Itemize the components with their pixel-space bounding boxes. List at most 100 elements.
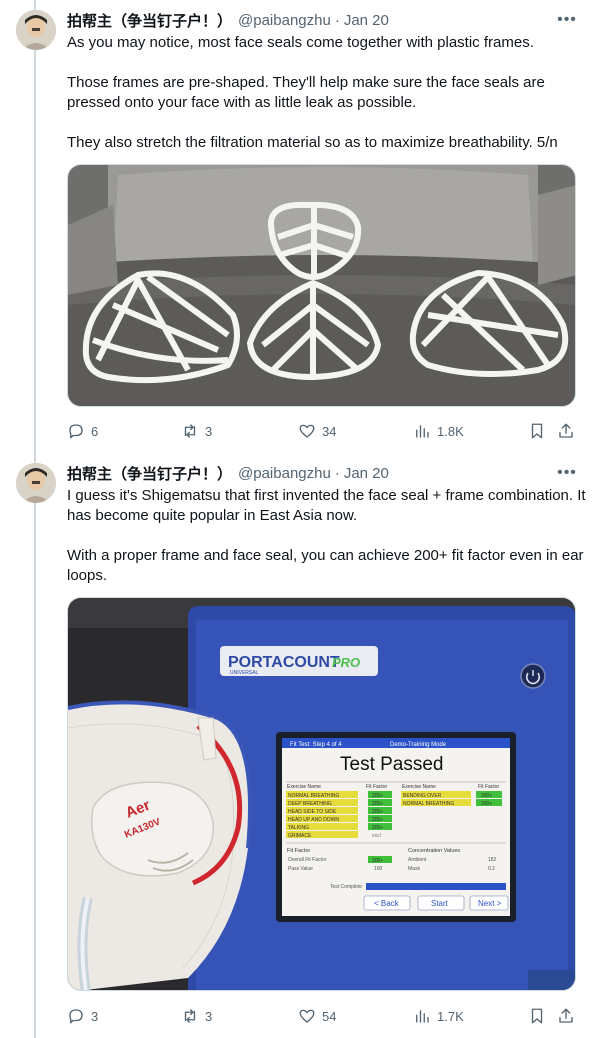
test-progress-bar: [366, 883, 506, 890]
device-brand-suffix: PRO: [332, 655, 360, 670]
author-name[interactable]: 拍帮主（争当钉子户！）: [67, 463, 232, 484]
left-col-exercise: Exercise Name: [287, 784, 321, 790]
bookmark-icon: [531, 423, 543, 439]
bookmark-icon: [531, 1008, 543, 1024]
tweet-header: 拍帮主（争当钉子户！） @paibangzhu · Jan 20 •••: [67, 9, 580, 31]
right-row-name: BENDING OVER: [403, 793, 442, 799]
reply-count: 3: [91, 1008, 99, 1024]
analytics-icon: [416, 425, 429, 438]
test-complete-label: Test Complete: [330, 884, 362, 890]
more-options-icon[interactable]: •••: [554, 462, 580, 484]
repost-count: 3: [205, 1008, 213, 1024]
device-brand-sub: UNIVERSAL: [230, 670, 259, 676]
like-button[interactable]: 54: [298, 1006, 336, 1026]
avatar[interactable]: [16, 463, 56, 503]
tweet-date[interactable]: Jan 20: [344, 465, 389, 482]
tweet-text: I guess it's Shigematsu that first inven…: [67, 486, 587, 586]
left-row-name: NORMAL BREATHING: [288, 793, 340, 799]
share-icon: [559, 423, 573, 438]
views-button[interactable]: 1.8K: [413, 421, 464, 441]
separator-dot: ·: [334, 464, 340, 482]
screen-heading: Test Passed: [340, 754, 444, 775]
tweet-paragraph: Those frames are pre-shaped. They'll hel…: [67, 74, 545, 111]
heart-icon: [299, 1009, 315, 1023]
reply-icon: [69, 424, 83, 439]
author-handle[interactable]: @paibangzhu: [238, 12, 331, 29]
left-row-value: 200+: [372, 817, 383, 823]
ambient-value: 182: [488, 857, 497, 863]
repost-icon: [184, 424, 196, 438]
tweet[interactable]: 拍帮主（争当钉子户！） @paibangzhu · Jan 20 ••• As …: [0, 0, 600, 455]
photo-fit-test-illustration: PORTACOUNT PRO UNIVERSAL Fit Test: Step …: [68, 598, 575, 990]
heart-icon: [299, 424, 315, 438]
left-row-name: TALKING: [288, 825, 309, 831]
tweet-paragraph: With a proper frame and face seal, you c…: [67, 547, 584, 584]
overall-fit-factor-label: Overall Fit Factor: [288, 857, 327, 863]
views-count: 1.7K: [437, 1008, 464, 1024]
like-button[interactable]: 34: [298, 421, 336, 441]
bookmark-button[interactable]: [528, 421, 546, 441]
separator-dot: ·: [334, 11, 340, 29]
left-row-value: 200+: [372, 825, 383, 831]
pass-value-label: Pass Value: [288, 866, 313, 872]
left-row-name: GRIMACE: [288, 833, 312, 839]
left-row-name: DEEP BREATHING: [288, 801, 332, 807]
photo-mask-frames-illustration: [68, 165, 575, 406]
repost-button[interactable]: 3: [181, 421, 212, 441]
right-row-name: NORMAL BREATHING: [403, 801, 455, 807]
bookmark-button[interactable]: [528, 1006, 546, 1026]
screen-start-button: Start: [431, 899, 449, 908]
tweet-paragraph: I guess it's Shigematsu that first inven…: [67, 487, 586, 524]
tweet-actions: 6 3 34 1.8K: [67, 421, 576, 441]
tweet[interactable]: 拍帮主（争当钉子户！） @paibangzhu · Jan 20 ••• I g…: [0, 455, 600, 1038]
avatar[interactable]: [16, 10, 56, 50]
screen-mode: Demo-Training Mode: [390, 742, 447, 748]
tweet-actions: 3 3 54 1.7K: [67, 1006, 576, 1026]
left-col-factor: Fit Factor: [366, 784, 387, 790]
mask-conc-label: Mask: [408, 866, 420, 872]
tweet-date[interactable]: Jan 20: [344, 12, 389, 29]
reply-icon: [69, 1009, 83, 1024]
screen-next-button: Next >: [478, 899, 502, 908]
repost-icon: [184, 1009, 196, 1023]
left-row-name: HEAD UP AND DOWN: [288, 817, 339, 823]
concentration-label: Concentration Values: [408, 848, 460, 854]
device-brand: PORTACOUNT: [228, 654, 340, 671]
repost-button[interactable]: 3: [181, 1006, 212, 1026]
ambient-label: Ambient: [408, 857, 427, 863]
left-row-value: excl: [372, 833, 381, 839]
right-row-value: 200+: [481, 793, 492, 799]
right-col-factor: Fit Factor: [478, 784, 499, 790]
tweet-paragraph: They also stretch the filtration materia…: [67, 134, 558, 151]
fit-factor-label: Fit Factor: [287, 848, 310, 854]
screen-title-bar: Fit Test: Step 4 of 4: [290, 742, 342, 748]
tweet-paragraph: As you may notice, most face seals come …: [67, 34, 534, 51]
pass-value: 100: [374, 866, 383, 872]
right-col-exercise: Exercise Name: [402, 784, 436, 790]
tweet-header: 拍帮主（争当钉子户！） @paibangzhu · Jan 20 •••: [67, 462, 580, 484]
share-button[interactable]: [557, 421, 575, 441]
tweet-text: As you may notice, most face seals come …: [67, 33, 587, 153]
tweet-photo-fit-test[interactable]: PORTACOUNT PRO UNIVERSAL Fit Test: Step …: [67, 597, 576, 991]
more-options-icon[interactable]: •••: [554, 9, 580, 31]
reply-button[interactable]: 3: [67, 1006, 98, 1026]
overall-fit-factor-value: 200+: [372, 858, 383, 864]
share-icon: [559, 1008, 573, 1023]
author-name[interactable]: 拍帮主（争当钉子户！）: [67, 10, 232, 31]
left-row-value: 200+: [372, 801, 383, 807]
reply-count: 6: [91, 423, 99, 439]
left-row-value: 200+: [372, 793, 383, 799]
screen-back-button: < Back: [374, 899, 400, 908]
mask-conc-value: 0.2: [488, 866, 495, 872]
reply-button[interactable]: 6: [67, 421, 98, 441]
right-row-value: 200+: [481, 801, 492, 807]
author-handle[interactable]: @paibangzhu: [238, 465, 331, 482]
views-count: 1.8K: [437, 423, 464, 439]
left-row-value: 200+: [372, 809, 383, 815]
tweet-photo-mask-frames[interactable]: [67, 164, 576, 407]
left-row-name: HEAD SIDE TO SIDE: [288, 809, 337, 815]
repost-count: 3: [205, 423, 213, 439]
like-count: 54: [322, 1008, 337, 1024]
views-button[interactable]: 1.7K: [413, 1006, 464, 1026]
share-button[interactable]: [557, 1006, 575, 1026]
